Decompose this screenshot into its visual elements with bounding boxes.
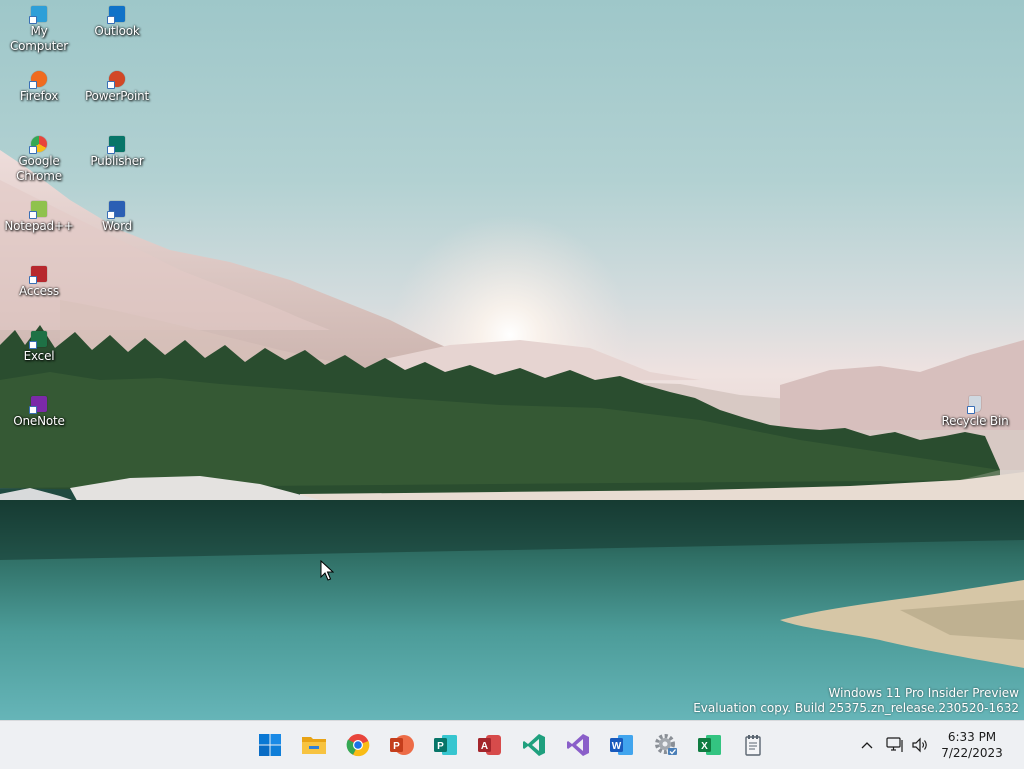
chrome-icon [29, 136, 47, 154]
svg-text:X: X [701, 741, 708, 752]
publisher-icon [107, 136, 125, 154]
network-button[interactable] [882, 725, 908, 765]
outlook-icon [107, 6, 125, 24]
file-explorer-icon [302, 737, 326, 754]
chrome-icon [346, 734, 370, 757]
clock-time: 6:33 PM [947, 730, 997, 744]
volume-button[interactable] [908, 725, 934, 765]
taskbar-settings-button[interactable] [644, 723, 688, 767]
firefox-icon [29, 71, 47, 89]
taskbar-excel-button[interactable]: X [688, 723, 732, 767]
desktop-icon-powerpoint[interactable]: PowerPoint [78, 65, 156, 127]
excel-icon: X [698, 735, 721, 755]
desktop-icon-onenote[interactable]: OneNote [0, 390, 78, 452]
taskbar-file-explorer-button[interactable] [292, 723, 336, 767]
settings-icon [655, 734, 677, 755]
desktop-icon-my-computer[interactable]: My Computer [0, 0, 78, 62]
taskbar-word-button[interactable]: W [600, 723, 644, 767]
svg-text:A: A [481, 741, 488, 752]
windows-start-icon [259, 734, 281, 756]
desktop-icon-access[interactable]: Access [0, 260, 78, 322]
excel-icon [29, 331, 47, 349]
onenote-icon [29, 396, 47, 414]
svg-text:P: P [393, 741, 400, 752]
desktop-icon-publisher[interactable]: Publisher [78, 130, 156, 192]
desktop-icon-recycle-bin[interactable]: Recycle Bin [936, 390, 1014, 452]
taskbar-access-button[interactable]: A [468, 723, 512, 767]
taskbar-apps: P P A W X [248, 721, 776, 769]
desktop-icon-firefox[interactable]: Firefox [0, 65, 78, 127]
taskbar-powerpoint-button[interactable]: P [380, 723, 424, 767]
publisher-icon: P [434, 735, 457, 755]
clock-date: 7/22/2023 [941, 746, 1003, 760]
system-tray: 6:33 PM 7/22/2023 [852, 721, 1024, 769]
volume-icon [912, 737, 927, 753]
taskbar-chrome-button[interactable] [336, 723, 380, 767]
taskbar-start-button[interactable] [248, 723, 292, 767]
access-icon [29, 266, 47, 284]
watermark-line-2: Evaluation copy. Build 25375.zn_release.… [693, 701, 1019, 715]
taskbar-publisher-button[interactable]: P [424, 723, 468, 767]
svg-text:P: P [437, 741, 444, 752]
desktop-icon-google-chrome[interactable]: Google Chrome [0, 130, 78, 192]
mouse-cursor-icon [320, 560, 334, 581]
word-icon: W [610, 735, 633, 755]
desktop-icon-outlook[interactable]: Outlook [78, 0, 156, 62]
word-icon [107, 201, 125, 219]
taskbar-notepad-button[interactable] [732, 723, 776, 767]
vscode-icon [523, 734, 545, 756]
notepad-icon [29, 201, 47, 219]
svg-text:W: W [612, 741, 622, 752]
access-icon: A [478, 735, 501, 755]
desktop[interactable]: My Computer Outlook Firefox PowerPoint G… [0, 0, 1024, 720]
evaluation-watermark: Windows 11 Pro Insider Preview Evaluatio… [693, 686, 1019, 716]
watermark-line-1: Windows 11 Pro Insider Preview [828, 686, 1019, 700]
desktop-icon-word[interactable]: Word [78, 195, 156, 257]
notepad-icon [745, 735, 761, 756]
computer-icon [29, 6, 47, 24]
powerpoint-icon: P [390, 735, 414, 755]
taskbar-vscode-button[interactable] [512, 723, 556, 767]
network-icon [886, 737, 903, 752]
taskbar: P P A W X 6:33 PM 7/22/2023 [0, 720, 1024, 769]
visual-studio-icon [567, 734, 589, 756]
chevron-up-icon [861, 742, 873, 749]
desktop-icon-excel[interactable]: Excel [0, 325, 78, 387]
recycle-bin-icon [967, 396, 981, 414]
taskbar-visual-studio-button[interactable] [556, 723, 600, 767]
taskbar-clock[interactable]: 6:33 PM 7/22/2023 [934, 729, 1010, 761]
powerpoint-icon [107, 71, 125, 89]
show-hidden-icons-button[interactable] [852, 725, 882, 765]
desktop-icon-notepad-plus-plus[interactable]: Notepad++ [0, 195, 78, 257]
